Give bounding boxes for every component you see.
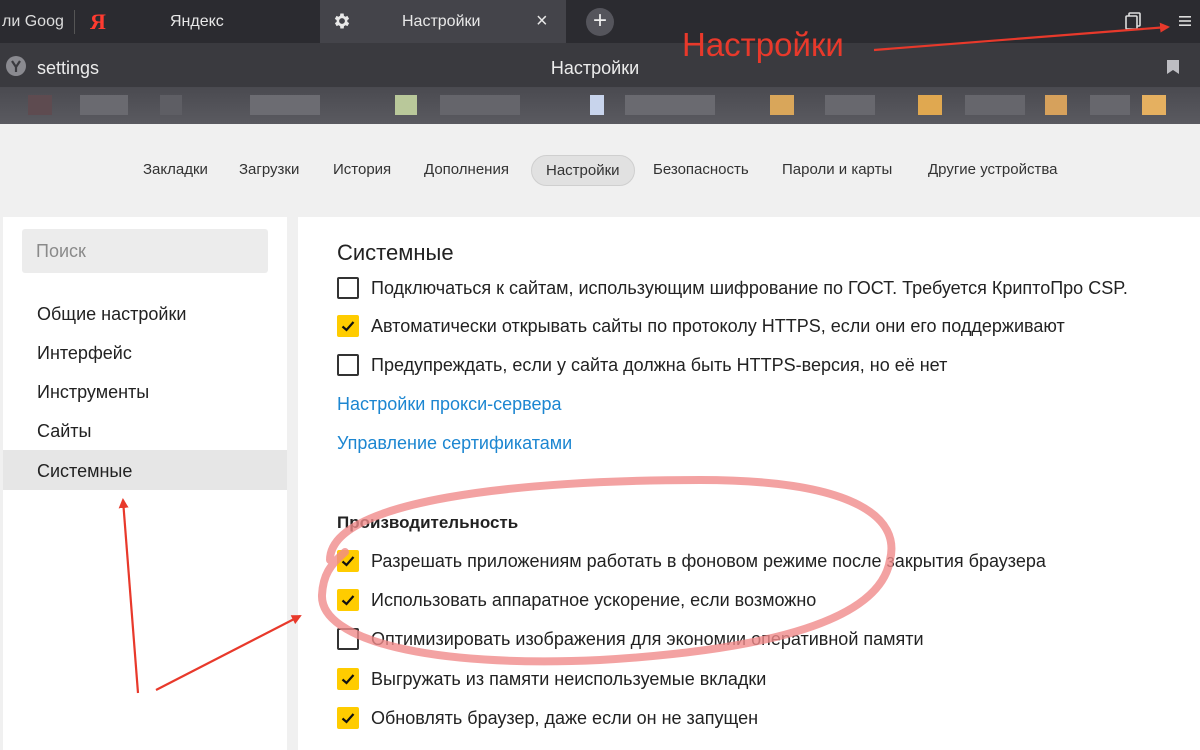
new-tab-button[interactable]: + bbox=[586, 8, 614, 36]
sidebar-item-tools[interactable]: Инструменты bbox=[37, 382, 149, 403]
tab-yandex[interactable]: Я Яндекс bbox=[76, 0, 318, 43]
close-tab-icon[interactable]: × bbox=[536, 10, 548, 33]
nav-downloads[interactable]: Загрузки bbox=[239, 161, 299, 178]
annotation-label: Настройки bbox=[682, 26, 844, 63]
tab-separator bbox=[74, 10, 75, 34]
checkbox-optimize-images[interactable] bbox=[337, 628, 359, 650]
option-auto-update[interactable]: Обновлять браузер, даже если он не запущ… bbox=[337, 706, 758, 730]
option-unload-tabs-label: Выгружать из памяти неиспользуемые вклад… bbox=[371, 668, 767, 689]
bookmark-icon[interactable] bbox=[1166, 59, 1180, 75]
option-https-auto-label: Автоматически открывать сайты по протоко… bbox=[371, 315, 1065, 336]
search-input[interactable] bbox=[22, 229, 268, 273]
checkbox-https-auto[interactable] bbox=[337, 315, 359, 337]
checkbox-gost[interactable] bbox=[337, 277, 359, 299]
nav-addons[interactable]: Дополнения bbox=[424, 161, 509, 178]
section-performance: Производительность bbox=[337, 513, 519, 532]
option-gost[interactable]: Подключаться к сайтам, использующим шифр… bbox=[337, 276, 1128, 300]
yandex-logo-icon: Я bbox=[90, 9, 106, 34]
bookmarks-bar bbox=[0, 87, 1200, 124]
option-https-warn[interactable]: Предупреждать, если у сайта должна быть … bbox=[337, 353, 947, 377]
checkbox-https-warn[interactable] bbox=[337, 354, 359, 376]
check-icon bbox=[341, 713, 355, 724]
nav-bookmarks[interactable]: Закладки bbox=[143, 161, 208, 178]
sidebar-item-interface[interactable]: Интерфейс bbox=[37, 343, 132, 364]
gear-icon bbox=[334, 13, 350, 29]
check-icon bbox=[341, 556, 355, 567]
sidebar-item-system[interactable]: Системные bbox=[37, 461, 132, 482]
option-gost-label: Подключаться к сайтам, использующим шифр… bbox=[371, 277, 1128, 298]
page-title-address: Настройки bbox=[550, 58, 640, 78]
option-hw-accel-label: Использовать аппаратное ускорение, если … bbox=[371, 589, 817, 610]
check-icon bbox=[341, 595, 355, 606]
tab-settings-label: Настройки bbox=[402, 13, 481, 30]
browser-window: ли Goog Я Яндекс Настройки × + settings bbox=[0, 0, 1200, 750]
option-hw-accel[interactable]: Использовать аппаратное ускорение, если … bbox=[337, 588, 816, 612]
checkbox-background-apps[interactable] bbox=[337, 550, 359, 572]
tabs-list-icon[interactable] bbox=[1124, 12, 1142, 30]
tab-google-label: ли Goog bbox=[2, 13, 64, 30]
option-https-auto[interactable]: Автоматически открывать сайты по протоко… bbox=[337, 314, 1065, 338]
tab-strip: ли Goog Я Яндекс Настройки × + bbox=[0, 0, 1200, 43]
tab-yandex-label: Яндекс bbox=[170, 13, 224, 30]
check-icon bbox=[341, 674, 355, 685]
checkbox-hw-accel[interactable] bbox=[337, 589, 359, 611]
nav-devices[interactable]: Другие устройства bbox=[928, 161, 1057, 178]
tab-settings[interactable]: Настройки × bbox=[320, 0, 566, 43]
checkbox-unload-tabs[interactable] bbox=[337, 668, 359, 690]
nav-security[interactable]: Безопасность bbox=[653, 161, 749, 178]
option-background-apps[interactable]: Разрешать приложениям работать в фоновом… bbox=[337, 549, 1046, 573]
option-background-apps-label: Разрешать приложениям работать в фоновом… bbox=[371, 550, 1046, 571]
option-optimize-images[interactable]: Оптимизировать изображения для экономии … bbox=[337, 627, 924, 651]
tab-google[interactable]: ли Goog bbox=[0, 0, 74, 43]
option-unload-tabs[interactable]: Выгружать из памяти неиспользуемые вклад… bbox=[337, 667, 766, 691]
proxy-settings-link[interactable]: Настройки прокси-сервера bbox=[337, 394, 562, 415]
certificates-link[interactable]: Управление сертификатами bbox=[337, 433, 572, 454]
nav-settings[interactable]: Настройки bbox=[531, 155, 635, 186]
option-auto-update-label: Обновлять браузер, даже если он не запущ… bbox=[371, 707, 759, 728]
nav-passwords[interactable]: Пароли и карты bbox=[782, 161, 892, 178]
panel-title: Системные bbox=[337, 240, 454, 265]
option-optimize-images-label: Оптимизировать изображения для экономии … bbox=[371, 628, 924, 649]
sidebar-item-sites[interactable]: Сайты bbox=[37, 421, 91, 442]
menu-icon[interactable] bbox=[1178, 14, 1192, 28]
nav-history[interactable]: История bbox=[333, 161, 391, 178]
option-https-warn-label: Предупреждать, если у сайта должна быть … bbox=[371, 354, 948, 375]
check-icon bbox=[341, 321, 355, 332]
checkbox-auto-update[interactable] bbox=[337, 707, 359, 729]
sidebar-item-general[interactable]: Общие настройки bbox=[37, 304, 186, 325]
